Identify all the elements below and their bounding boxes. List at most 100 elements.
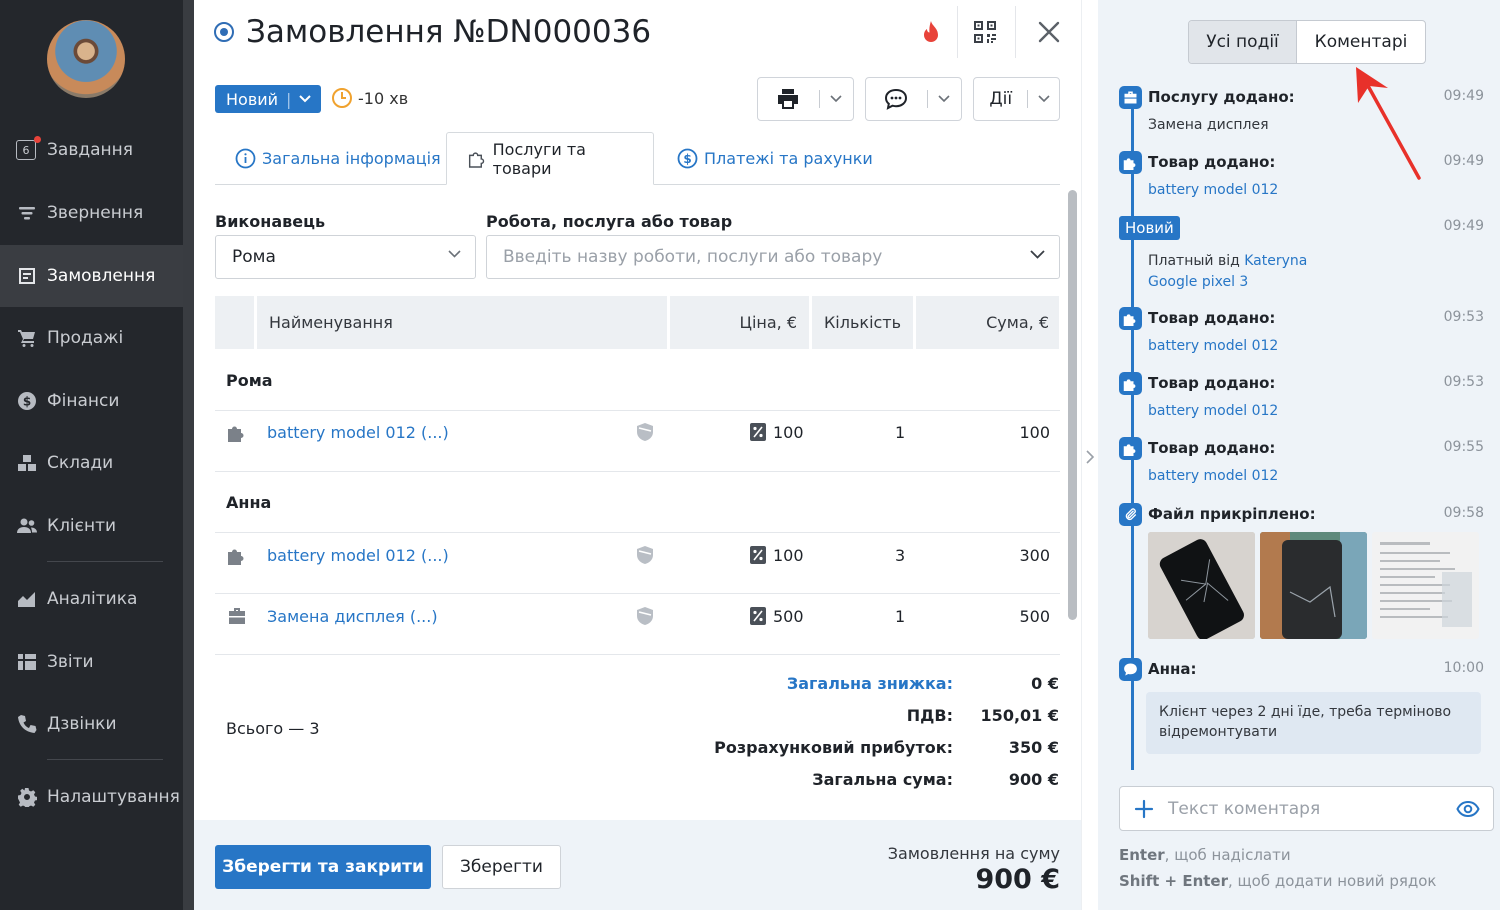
tasks-count-badge: 6 (16, 140, 36, 160)
actions-button[interactable]: Дії (973, 77, 1060, 121)
sidebar-item-warehouses[interactable]: Склади (0, 432, 183, 494)
chevron-down-icon (830, 95, 842, 103)
gear-icon (16, 786, 38, 808)
paperclip-icon (1119, 503, 1142, 526)
tab-services-products[interactable]: Послуги та товари (446, 132, 654, 185)
event-time: 09:55 (1443, 439, 1484, 455)
col-name[interactable]: Найменування (257, 296, 667, 349)
event-time: 10:00 (1443, 660, 1484, 676)
timer-value: -10 хв (358, 88, 409, 108)
avatar[interactable] (47, 20, 125, 98)
sidebar-item-settings[interactable]: Налаштування (0, 766, 183, 828)
qr-code-icon[interactable] (973, 20, 997, 44)
message-main[interactable] (866, 78, 927, 120)
item-price[interactable]: 100 (773, 525, 804, 585)
item-name-link[interactable]: Замена дисплея (...) (267, 586, 438, 646)
discount-tag-icon[interactable] (749, 525, 767, 585)
scrollbar-thumb[interactable] (1068, 190, 1077, 620)
dollar-circle-icon: $ (677, 148, 698, 169)
puzzle-icon (1119, 372, 1142, 395)
warranty-shield-icon[interactable] (636, 586, 654, 646)
item-search-select[interactable]: Введіть назву роботи, послуги або товару (486, 235, 1060, 279)
panel-collapse-toggle[interactable] (1081, 0, 1098, 910)
total-discount-link[interactable]: Загальна знижка: (787, 674, 953, 693)
comment-input[interactable]: Текст коментаря (1119, 786, 1494, 831)
tab-comments[interactable]: Коментарі (1297, 21, 1425, 63)
hint-key: Shift + Enter (1119, 872, 1228, 890)
print-button[interactable] (757, 77, 854, 121)
device-link[interactable]: Google pixel 3 (1148, 274, 1248, 290)
close-icon[interactable] (1037, 20, 1061, 44)
status-dropdown[interactable]: Новий | (215, 85, 321, 113)
event-title: Товар додано: (1148, 309, 1276, 327)
actions-menu-toggle[interactable] (1028, 78, 1059, 120)
sidebar-item-finance[interactable]: $ Фінанси (0, 370, 183, 432)
svg-text:$: $ (683, 152, 691, 166)
order-icon (16, 265, 38, 287)
save-and-close-button[interactable]: Зберегти та закрити (215, 845, 431, 889)
tasks-icon: 6 (16, 136, 41, 161)
header-spacer (215, 296, 254, 349)
sidebar-item-tasks[interactable]: 6 Завдання (0, 119, 183, 181)
sidebar-item-analytics[interactable]: Аналітика (0, 568, 183, 630)
hint-text: , щоб додати новий рядок (1228, 872, 1437, 890)
print-main[interactable] (758, 78, 819, 120)
group-title: Рома (226, 371, 273, 390)
col-sum[interactable]: Сума, € (916, 296, 1059, 349)
briefcase-icon (227, 586, 247, 646)
discount-tag-icon[interactable] (749, 586, 767, 646)
event-product-link[interactable]: battery model 012 (1148, 403, 1278, 419)
executor-select[interactable]: Рома (215, 235, 476, 279)
printer-icon (778, 89, 799, 109)
tab-all-events[interactable]: Усі події (1189, 21, 1297, 63)
sidebar-item-requests[interactable]: Звернення (0, 182, 183, 244)
print-menu-toggle[interactable] (820, 78, 853, 120)
event-title: Файл прикріплено: (1148, 505, 1316, 523)
sidebar-divider (47, 561, 163, 562)
event-time: 09:49 (1443, 153, 1484, 169)
hint-text: , щоб надіслати (1164, 846, 1291, 864)
item-qty[interactable]: 3 (895, 525, 905, 585)
attachment-thumbnail[interactable] (1148, 532, 1255, 639)
table-row: Замена дисплея (...) 500 1 500 (215, 586, 1060, 646)
message-button[interactable] (865, 77, 962, 121)
client-link[interactable]: Kateryna (1244, 253, 1307, 269)
warranty-shield-icon[interactable] (636, 525, 654, 585)
item-price[interactable]: 500 (773, 586, 804, 646)
attachment-thumbnail[interactable] (1260, 532, 1367, 639)
sidebar-item-clients[interactable]: Клієнти (0, 495, 183, 557)
page-title: Замовлення №DN000036 (246, 14, 652, 50)
item-qty[interactable]: 1 (895, 402, 905, 462)
item-price[interactable]: 100 (773, 402, 804, 462)
event-product-link[interactable]: battery model 012 (1148, 182, 1278, 198)
info-icon (235, 148, 256, 169)
attachment-thumbnail[interactable] (1372, 532, 1479, 639)
warranty-shield-icon[interactable] (636, 402, 654, 462)
discount-tag-icon[interactable] (749, 402, 767, 462)
document-scan-photo (1372, 532, 1479, 639)
save-button[interactable]: Зберегти (442, 845, 561, 889)
item-name-link[interactable]: battery model 012 (...) (267, 402, 449, 462)
divider: | (286, 89, 292, 109)
sidebar-item-orders[interactable]: Замовлення (0, 245, 183, 307)
event-product-link[interactable]: battery model 012 (1148, 468, 1278, 484)
message-menu-toggle[interactable] (928, 78, 961, 120)
item-name-link[interactable]: battery model 012 (...) (267, 525, 449, 585)
item-qty[interactable]: 1 (895, 586, 905, 646)
col-qty[interactable]: Кількість (812, 296, 913, 349)
plus-icon[interactable] (1134, 799, 1154, 819)
tab-payments[interactable]: $ Платежі та рахунки (677, 132, 873, 185)
items-count: Всього — 3 (226, 719, 320, 738)
eye-icon[interactable] (1456, 799, 1480, 819)
sidebar-item-reports[interactable]: Звіти (0, 631, 183, 693)
sidebar: 6 Завдання Звернення Замовлення Продажі … (0, 0, 183, 910)
table-header: Найменування Ціна, € Кількість Сума, € (215, 296, 1059, 349)
tab-general-info[interactable]: Загальна інформація (235, 132, 441, 185)
col-price[interactable]: Ціна, € (670, 296, 809, 349)
sidebar-item-sales[interactable]: Продажі (0, 307, 183, 369)
sidebar-item-label: Склади (47, 453, 114, 473)
event-product-link[interactable]: battery model 012 (1148, 338, 1278, 354)
urgent-fire-icon[interactable] (919, 20, 943, 46)
sidebar-item-calls[interactable]: Дзвінки (0, 693, 183, 755)
users-icon (16, 515, 38, 537)
